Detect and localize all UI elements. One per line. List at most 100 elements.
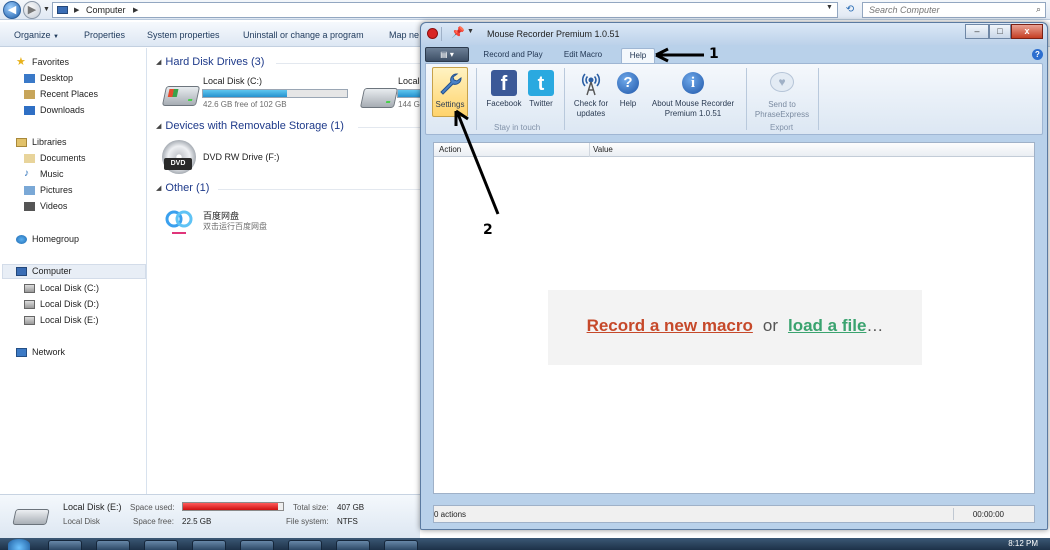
macro-grid[interactable]: Action Value Record a new macro or load a …: [433, 142, 1035, 494]
taskbar-media[interactable]: [240, 540, 274, 550]
taskbar-chrome[interactable]: [96, 540, 130, 550]
breadcrumb-arrow-icon[interactable]: ▶: [74, 6, 79, 14]
downloads-icon: [24, 106, 35, 115]
computer-icon: [57, 6, 68, 14]
homegroup-icon: [16, 235, 27, 244]
properties-button[interactable]: Properties: [84, 30, 125, 40]
music-icon: ♪: [24, 168, 29, 179]
column-header-value[interactable]: Value: [593, 145, 613, 154]
column-header-action[interactable]: Action: [439, 145, 461, 154]
taskbar-mouse-recorder[interactable]: [384, 540, 418, 550]
breadcrumb-arrow-icon[interactable]: ▶: [133, 6, 138, 14]
pin-icon[interactable]: 📌: [451, 26, 465, 39]
map-network-drive-button[interactable]: Map ne: [389, 30, 419, 40]
settings-button[interactable]: Settings: [432, 67, 468, 117]
recent-pages-dropdown[interactable]: ▼: [43, 6, 50, 13]
capacity-bar: [397, 89, 420, 98]
space-free-label: Space free:: [133, 517, 174, 526]
details-drive-name: Local Disk (E:): [63, 502, 122, 512]
title-separator: [441, 27, 442, 41]
group-hard-disk-drives[interactable]: ◢ Hard Disk Drives (3): [156, 56, 264, 68]
dvd-drive-tile[interactable]: DVD DVD RW Drive (F:): [162, 140, 362, 176]
tab-edit-macro[interactable]: Edit Macro: [557, 48, 609, 63]
help-button[interactable]: ? Help: [616, 70, 640, 109]
nav-label: Network: [32, 347, 66, 357]
group-removable-storage[interactable]: ◢ Devices with Removable Storage (1): [156, 120, 344, 132]
search-icon[interactable]: ⌕: [1036, 4, 1041, 15]
maximize-button[interactable]: □: [989, 24, 1011, 39]
twitter-button[interactable]: t Twitter: [524, 70, 558, 109]
help-question-icon[interactable]: ?: [1032, 49, 1043, 60]
drive-name: Local: [398, 76, 420, 86]
tab-help[interactable]: Help: [621, 48, 655, 63]
uninstall-program-button[interactable]: Uninstall or change a program: [243, 30, 364, 40]
capacity-fill: [203, 90, 287, 97]
taskbar-explorer[interactable]: [144, 540, 178, 550]
forward-button[interactable]: ▶: [23, 1, 41, 19]
group-separator: [746, 68, 747, 130]
drive-led: [385, 101, 391, 103]
system-properties-button[interactable]: System properties: [147, 30, 220, 40]
group-separator: [564, 68, 565, 130]
nav-label: Favorites: [32, 57, 70, 67]
button-label: updates: [576, 109, 606, 118]
button-label: Facebook: [486, 99, 522, 108]
title-bar[interactable]: 📌 ▼ Mouse Recorder Premium 1.0.51 – □ x: [421, 23, 1047, 45]
drive-icon: [12, 509, 50, 525]
drive-tile-d[interactable]: Local 144 G: [358, 76, 420, 112]
nav-label: Pictures: [40, 185, 73, 195]
drive-free-space: 42.6 GB free of 102 GB: [203, 100, 287, 109]
app-menu-button[interactable]: ▤ ▾: [425, 47, 469, 62]
taskbar-app[interactable]: [192, 540, 226, 550]
taskbar-app[interactable]: [288, 540, 322, 550]
taskbar: 8:12 PM: [0, 538, 1050, 550]
app-logo-icon[interactable]: [427, 28, 438, 39]
about-button[interactable]: i About Mouse Recorder Premium 1.0.51: [646, 70, 740, 119]
drive-icon: [24, 316, 35, 325]
ribbon: Settings f Facebook t Twitter Stay in to…: [425, 63, 1043, 135]
taskbar-app[interactable]: [336, 540, 370, 550]
breadcrumb-computer[interactable]: Computer: [86, 5, 126, 15]
drive-icon: [161, 86, 201, 106]
nav-label: Videos: [40, 201, 68, 211]
check-for-updates-button[interactable]: Check for updates: [568, 70, 614, 119]
wrench-icon: [437, 71, 463, 97]
tab-record-and-play[interactable]: Record and Play: [475, 48, 551, 63]
address-field[interactable]: ▶ Computer ▶: [52, 2, 838, 18]
quick-access-dropdown-icon[interactable]: ▼: [467, 28, 474, 35]
capacity-fill: [398, 90, 420, 97]
nav-label: Homegroup: [32, 234, 80, 244]
facebook-icon: f: [491, 70, 517, 96]
search-box[interactable]: ⌕: [862, 2, 1046, 18]
facebook-button[interactable]: f Facebook: [484, 70, 524, 109]
group-divider: [218, 189, 420, 190]
group-separator: [818, 68, 819, 130]
taskbar-clock[interactable]: 8:12 PM: [1008, 539, 1038, 548]
button-label: Help: [619, 99, 637, 108]
start-button[interactable]: [8, 539, 30, 550]
nav-label: Local Disk (C:): [40, 283, 100, 293]
column-divider[interactable]: [589, 143, 590, 157]
load-file-link[interactable]: load a file: [788, 316, 866, 335]
annotation-label-1: 1: [709, 46, 719, 62]
organize-menu[interactable]: Organize ▼: [14, 30, 59, 40]
baidu-netdisk-tile[interactable]: 百度网盘 双击运行百度网盘: [162, 204, 362, 240]
send-to-phraseexpress-button[interactable]: ♥ Send to PhraseExpress: [752, 70, 812, 120]
drive-icon: [24, 300, 35, 309]
drive-tile-c[interactable]: Local Disk (C:) 42.6 GB free of 102 GB: [161, 76, 362, 112]
record-new-macro-link[interactable]: Record a new macro: [587, 316, 753, 335]
libraries-icon: [16, 138, 27, 147]
taskbar-ie[interactable]: [48, 540, 82, 550]
search-input[interactable]: [863, 3, 1023, 17]
group-other[interactable]: ◢ Other (1): [156, 182, 209, 194]
collapse-arrow-icon: ◢: [156, 123, 162, 130]
minimize-button[interactable]: –: [965, 24, 989, 39]
back-button[interactable]: ◀: [3, 1, 21, 19]
refresh-button[interactable]: ⟲: [842, 2, 858, 18]
address-dropdown-icon[interactable]: ▼: [826, 4, 833, 11]
twitter-icon: t: [528, 70, 554, 96]
button-label: About Mouse Recorder: [651, 99, 735, 108]
dvd-drive-icon: DVD: [164, 158, 192, 170]
nav-computer[interactable]: Computer: [2, 264, 146, 279]
close-button[interactable]: x: [1011, 24, 1043, 39]
